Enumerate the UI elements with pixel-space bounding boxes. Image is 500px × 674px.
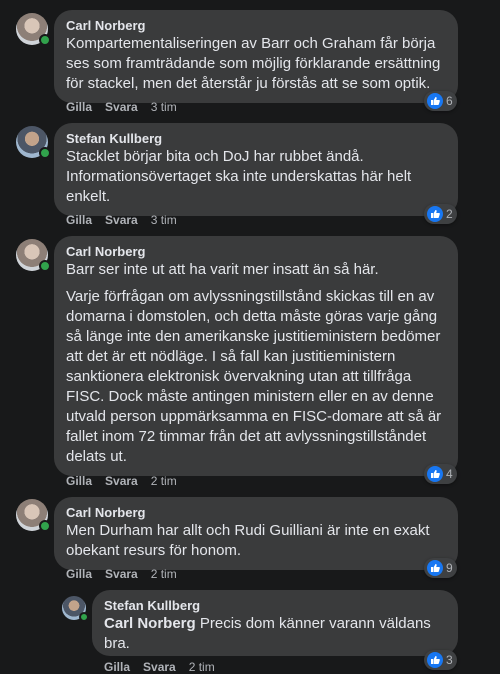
timestamp[interactable]: 2 tim: [151, 474, 177, 488]
online-status-dot: [39, 260, 51, 272]
timestamp[interactable]: 2 tim: [151, 567, 177, 581]
comment-actions: Gilla Svara 3 tim: [66, 213, 190, 227]
reply-link[interactable]: Svara: [143, 660, 176, 674]
like-link[interactable]: Gilla: [66, 213, 92, 227]
comment-paragraph: Varje förfrågan om avlyssningstillstånd …: [66, 288, 442, 465]
comment-bubble: Carl Norberg Barr ser inte ut att ha var…: [54, 236, 458, 476]
timestamp[interactable]: 2 tim: [189, 660, 215, 674]
reaction-count[interactable]: 4: [424, 464, 457, 484]
online-status-dot: [39, 34, 51, 46]
reply-link[interactable]: Svara: [105, 567, 138, 581]
reaction-number: 6: [446, 94, 453, 108]
reaction-count[interactable]: 3: [424, 650, 457, 670]
like-link[interactable]: Gilla: [66, 100, 92, 114]
comment-text: Stacklet börjar bita och DoJ har rubbet …: [66, 147, 446, 207]
comment-text: Carl Norberg Precis dom känner varann vä…: [104, 614, 446, 654]
timestamp[interactable]: 3 tim: [151, 100, 177, 114]
thumbs-up-icon: [427, 560, 443, 576]
like-link[interactable]: Gilla: [66, 474, 92, 488]
reaction-number: 2: [446, 207, 453, 221]
thumbs-up-icon: [427, 466, 443, 482]
comment-text: Men Durham har allt och Rudi Guilliani ä…: [66, 521, 446, 561]
comment-bubble: Carl Norberg Men Durham har allt och Rud…: [54, 497, 458, 570]
avatar[interactable]: [16, 13, 51, 46]
thumbs-up-icon: [427, 652, 443, 668]
comment-author[interactable]: Carl Norberg: [66, 244, 446, 260]
online-status-dot: [39, 520, 51, 532]
avatar[interactable]: [16, 126, 51, 159]
comment-author[interactable]: Stefan Kullberg: [66, 131, 446, 147]
like-link[interactable]: Gilla: [66, 567, 92, 581]
comment-actions: Gilla Svara 2 tim: [66, 567, 190, 581]
reaction-count[interactable]: 6: [424, 91, 457, 111]
comment-actions: Gilla Svara 2 tim: [66, 474, 190, 488]
timestamp[interactable]: 3 tim: [151, 213, 177, 227]
avatar[interactable]: [62, 596, 89, 622]
reply-link[interactable]: Svara: [105, 213, 138, 227]
comment-text: Kompartementaliseringen av Barr och Grah…: [66, 34, 446, 94]
thumbs-up-icon: [427, 206, 443, 222]
reaction-count[interactable]: 9: [424, 558, 457, 578]
comment-actions: Gilla Svara 3 tim: [66, 100, 190, 114]
comment-text: Barr ser inte ut att ha varit mer insatt…: [66, 260, 446, 467]
reaction-number: 9: [446, 561, 453, 575]
comment-paragraph: Barr ser inte ut att ha varit mer insatt…: [66, 261, 379, 278]
reaction-number: 4: [446, 467, 453, 481]
comment-author[interactable]: Carl Norberg: [66, 505, 446, 521]
online-status-dot: [79, 612, 89, 622]
reaction-number: 3: [446, 653, 453, 667]
mention-link[interactable]: Carl Norberg: [104, 615, 196, 632]
reply-link[interactable]: Svara: [105, 474, 138, 488]
thumbs-up-icon: [427, 93, 443, 109]
comment-author[interactable]: Carl Norberg: [66, 18, 446, 34]
comment-paragraph: Men Durham har allt och Rudi Guilliani ä…: [66, 522, 430, 559]
comment-bubble: Stefan Kullberg Carl Norberg Precis dom …: [92, 590, 458, 656]
online-status-dot: [39, 147, 51, 159]
avatar[interactable]: [16, 499, 51, 532]
comment-bubble: Stefan Kullberg Stacklet börjar bita och…: [54, 123, 458, 216]
comment-bubble: Carl Norberg Kompartementaliseringen av …: [54, 10, 458, 103]
avatar[interactable]: [16, 239, 51, 272]
comment-paragraph: Kompartementaliseringen av Barr och Grah…: [66, 35, 441, 92]
comment-paragraph: Stacklet börjar bita och DoJ har rubbet …: [66, 148, 412, 205]
reply-link[interactable]: Svara: [105, 100, 138, 114]
like-link[interactable]: Gilla: [104, 660, 130, 674]
reaction-count[interactable]: 2: [424, 204, 457, 224]
comment-author[interactable]: Stefan Kullberg: [104, 598, 446, 614]
comment-actions: Gilla Svara 2 tim: [104, 660, 228, 674]
